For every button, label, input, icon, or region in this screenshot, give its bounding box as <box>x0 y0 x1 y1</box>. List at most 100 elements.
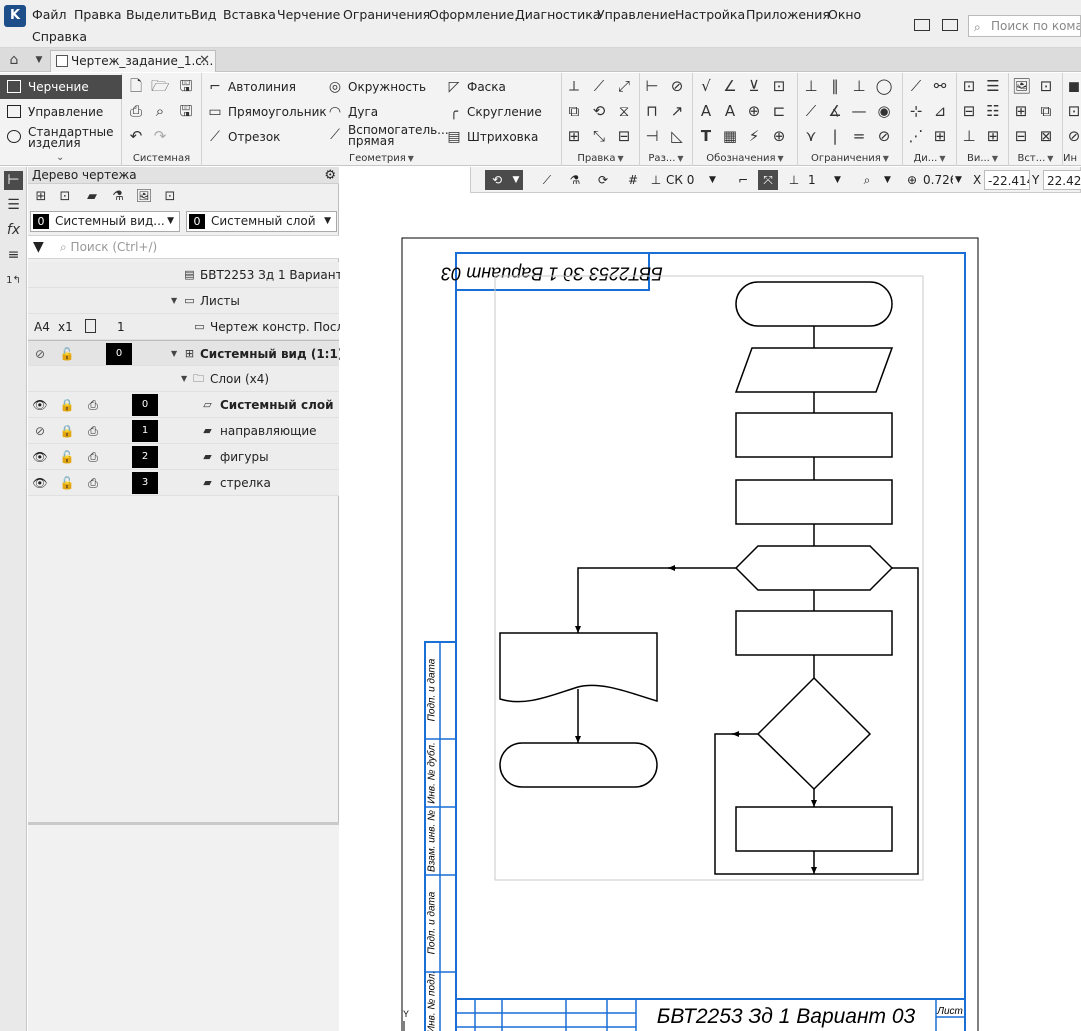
tree-layer-row-1[interactable]: ⊘ 🔒 ⎙ 1 ▰ направляющие <box>28 418 339 444</box>
menu-apps[interactable]: Приложения <box>746 7 830 22</box>
save-as-icon[interactable]: 🖫 <box>177 102 195 120</box>
layers-list-icon[interactable]: ≡ <box>4 246 23 265</box>
move-icon[interactable]: ⟂ <box>565 77 583 95</box>
angle-constraint-icon[interactable]: ∡ <box>826 102 844 120</box>
home-icon[interactable]: ⌂ <box>0 48 28 72</box>
insert-link-icon[interactable]: ⊠ <box>1037 127 1055 145</box>
auto-dimension-icon[interactable]: ◺ <box>668 127 686 145</box>
redo-icon[interactable]: ↷ <box>151 127 169 145</box>
snap-icon[interactable]: ⟲ <box>485 170 509 190</box>
variables-icon[interactable]: fx <box>4 221 23 240</box>
window-tile-icon[interactable] <box>914 18 930 31</box>
break-icon[interactable]: ⤢ <box>615 77 633 95</box>
eye-icon[interactable]: 👁 <box>32 449 48 465</box>
coincident-icon[interactable]: ◉ <box>875 102 893 120</box>
document-tab[interactable]: Чертеж_задание_1.с... ✕ <box>50 50 216 72</box>
menu-file[interactable]: Файл <box>32 7 67 22</box>
menu-view[interactable]: Вид <box>191 7 216 22</box>
scale-icon[interactable]: ⤡ <box>590 127 608 145</box>
arc-dimension-icon[interactable]: ↗ <box>668 102 686 120</box>
tool-2-icon[interactable]: ⊡ <box>1065 102 1081 120</box>
zoom-icon[interactable]: ⊕ <box>903 170 921 190</box>
measure-icon[interactable]: ⟋ <box>907 77 925 95</box>
new-view-icon[interactable]: ⊡ <box>960 77 978 95</box>
copy-icon[interactable]: ⧉ <box>565 102 583 120</box>
save-icon[interactable]: 🖫 <box>177 77 195 95</box>
zoom-window-icon[interactable]: ⌕ <box>857 170 877 190</box>
cs-axes-icon[interactable]: ⊥ <box>647 170 665 190</box>
tree-sheet-row[interactable]: А4 х1 1 ▭ Чертеж констр. Посл. л <box>28 314 359 340</box>
trim-icon[interactable]: ⟋ <box>590 77 608 95</box>
eye-icon[interactable]: 👁 <box>32 397 48 413</box>
tab-list-chevron-icon[interactable]: ▼ <box>30 48 48 72</box>
zoom-chevron-icon[interactable]: ▼ <box>884 170 896 190</box>
tree-doc-row[interactable]: ▤ БВТ2253 Зд 1 Вариант 03 <box>28 262 362 288</box>
expand-chevron-icon[interactable]: ▼ <box>171 341 177 367</box>
unlock-icon[interactable]: 🔓 <box>59 475 75 491</box>
app-logo-icon[interactable]: K <box>4 5 26 27</box>
menu-insert[interactable]: Вставка <box>223 7 276 22</box>
hidden-eye-icon[interactable]: ⊘ <box>32 346 48 362</box>
menu-settings[interactable]: Настройка <box>675 7 745 22</box>
view-layout-icon[interactable]: ⊟ <box>960 102 978 120</box>
angle-dimension-icon[interactable]: ⊣ <box>643 127 661 145</box>
tree-layer-row-0[interactable]: 👁 🔒 ⎙ 0 ▱ Системный слой <box>28 392 339 418</box>
perpendicular-icon[interactable]: ⊥ <box>850 77 868 95</box>
close-tab-icon[interactable]: ✕ <box>199 51 210 71</box>
tree-search-input[interactable]: ⌕ Поиск (Ctrl+/) <box>60 240 157 255</box>
view-grid-icon[interactable]: ⊞ <box>984 127 1002 145</box>
menu-constraints[interactable]: Ограничения <box>343 7 430 22</box>
zoom-value[interactable]: 0.726 <box>923 170 953 190</box>
view-arrow-icon[interactable]: ⊏ <box>770 102 788 120</box>
grid-icon[interactable]: # <box>623 170 643 190</box>
text-leader-icon[interactable]: A <box>697 102 715 120</box>
radial-dimension-icon[interactable]: ⊓ <box>643 102 661 120</box>
command-search-input[interactable]: ⌕ Поиск по команд <box>968 15 1081 37</box>
print-icon[interactable]: ⎙ <box>127 102 145 120</box>
window-screen-icon[interactable] <box>941 18 958 31</box>
weld-icon[interactable]: ⚡ <box>745 127 763 145</box>
leader-icon[interactable]: ∠ <box>721 77 739 95</box>
rotate-view-icon[interactable]: ⟳ <box>593 170 613 190</box>
insert-image-icon[interactable]: 🖼 <box>1012 77 1031 95</box>
insert-fragment-icon[interactable]: ⊞ <box>1012 102 1030 120</box>
no-print-icon[interactable]: ⎙ <box>85 423 101 439</box>
table-icon[interactable]: ▦ <box>721 127 739 145</box>
deform-icon[interactable]: ⊟ <box>615 127 633 145</box>
lock-icon[interactable]: 🔒 <box>59 423 75 439</box>
drawing-canvas[interactable]: БВТ2253 Зд 1 Вариант 03 Подп. и дата Инв… <box>340 167 1081 1031</box>
eye-icon[interactable]: 👁 <box>32 475 48 491</box>
array-icon[interactable]: ⊞ <box>565 127 583 145</box>
tree-fragment-icon[interactable]: ⊡ <box>161 188 179 206</box>
area-icon[interactable]: ⋰ <box>907 127 925 145</box>
tree-image-icon[interactable]: 🖼 <box>135 188 153 206</box>
open-folder-icon[interactable]: 🗁 <box>151 77 170 95</box>
view-list-icon[interactable]: ☰ <box>984 77 1002 95</box>
mode-drafting[interactable]: Черчение <box>0 75 122 99</box>
fix-point-icon[interactable]: ⊥ <box>802 77 820 95</box>
preview-icon[interactable]: ⌕ <box>151 102 169 120</box>
tree-layer-row-2[interactable]: 👁 🔓 ⎙ 2 ▰ фигуры <box>28 444 339 470</box>
drawing-tree-icon[interactable]: ⊢ <box>4 171 23 190</box>
parallel-icon[interactable]: ∥ <box>826 77 844 95</box>
menu-select[interactable]: Выделить <box>126 7 192 22</box>
snap-points-icon[interactable]: ⤧ <box>758 170 778 190</box>
hatch-command[interactable]: ▤ Штриховка <box>445 127 538 147</box>
diameter-dimension-icon[interactable]: ⊘ <box>668 77 686 95</box>
insert-object-icon[interactable]: ⧉ <box>1037 102 1055 120</box>
tree-sheets-row[interactable]: ▼ ▭ Листы <box>28 288 339 314</box>
vertical-icon[interactable]: | <box>826 127 844 145</box>
segment-command[interactable]: ⟋ Отрезок <box>206 127 280 147</box>
lock-icon[interactable]: 🔒 <box>59 397 75 413</box>
circle-command[interactable]: ◎ Окружность <box>326 77 426 97</box>
tree-view-row[interactable]: ⊘ 🔓 0 ▼ ⊞ Системный вид (1:1) <box>28 340 343 367</box>
ortho-icon[interactable]: ⌐ <box>733 170 753 190</box>
expand-chevron-icon[interactable]: ▼ <box>171 288 177 314</box>
modes-expand-chevron-icon[interactable]: ⌄ <box>56 152 64 163</box>
mode-standard-parts[interactable]: Стандартные изделия <box>0 125 122 151</box>
zoom-value-chevron-icon[interactable]: ▼ <box>955 170 967 190</box>
view-props-icon[interactable]: ☷ <box>984 102 1002 120</box>
arc-command[interactable]: ◠ Дуга <box>326 102 378 122</box>
tool-icon[interactable]: ◼ <box>1065 77 1081 95</box>
menu-edit[interactable]: Правка <box>74 7 122 22</box>
